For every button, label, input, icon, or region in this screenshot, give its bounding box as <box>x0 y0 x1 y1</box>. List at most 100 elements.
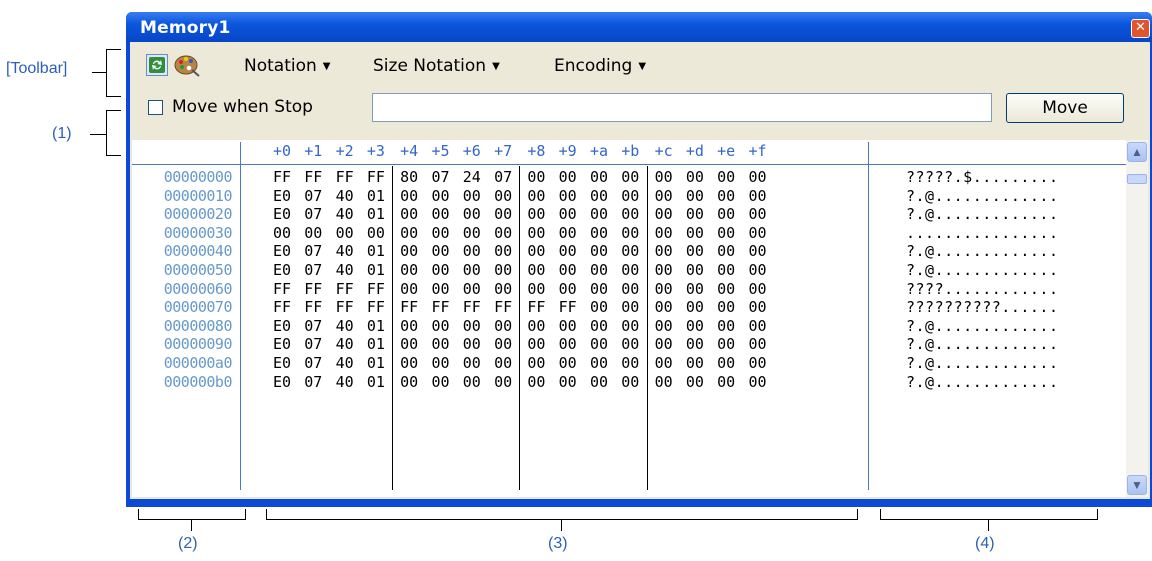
byte-cell[interactable]: 00 <box>489 205 517 223</box>
byte-cell[interactable]: 40 <box>331 317 359 335</box>
byte-cell[interactable]: 00 <box>427 224 455 242</box>
byte-cell[interactable]: 00 <box>681 224 709 242</box>
byte-cell[interactable]: 00 <box>427 317 455 335</box>
byte-cell[interactable]: FF <box>299 298 327 316</box>
byte-cell[interactable]: 00 <box>458 205 486 223</box>
byte-cell[interactable]: 00 <box>458 242 486 260</box>
memory-row[interactable]: 00000010 E0 07 40 01 00 00 00 00 00 00 00 00 00 00 00 00… <box>132 187 1126 205</box>
byte-cell[interactable]: E0 <box>268 335 296 353</box>
byte-cell[interactable]: FF <box>268 280 296 298</box>
memory-row[interactable]: 00000060 FF FF FF FF 00 00 00 00 00 00 00 00 00 00 00 00… <box>132 280 1126 298</box>
byte-cell[interactable]: 00 <box>554 242 582 260</box>
byte-cell[interactable]: 00 <box>712 335 740 353</box>
byte-cell[interactable]: 00 <box>616 298 644 316</box>
byte-cell[interactable]: 07 <box>299 242 327 260</box>
byte-cell[interactable]: 24 <box>458 168 486 186</box>
byte-cell[interactable]: 00 <box>744 168 772 186</box>
palette-icon[interactable] <box>174 52 200 78</box>
byte-cell[interactable]: 00 <box>744 224 772 242</box>
byte-cell[interactable]: 00 <box>362 224 390 242</box>
ascii-text[interactable]: ?????.$......... <box>906 168 1059 186</box>
byte-cell[interactable]: 00 <box>712 261 740 279</box>
byte-cell[interactable]: 00 <box>585 317 613 335</box>
byte-cell[interactable]: 00 <box>616 205 644 223</box>
byte-cell[interactable]: 00 <box>585 261 613 279</box>
memory-row[interactable]: 000000a0 E0 07 40 01 00 00 00 00 00 00 00 00 00 00 00 00… <box>132 354 1126 372</box>
byte-cell[interactable]: 00 <box>650 317 678 335</box>
byte-cell[interactable]: 80 <box>395 168 423 186</box>
ascii-text[interactable]: ????............ <box>906 280 1059 298</box>
byte-cell[interactable]: 00 <box>650 242 678 260</box>
byte-cell[interactable]: 07 <box>299 373 327 391</box>
byte-cell[interactable]: 00 <box>554 168 582 186</box>
byte-cell[interactable]: 00 <box>554 205 582 223</box>
move-when-stop-label[interactable]: Move when Stop <box>172 97 313 117</box>
byte-cell[interactable]: 00 <box>616 354 644 372</box>
byte-cell[interactable]: FF <box>331 280 359 298</box>
byte-cell[interactable]: 00 <box>616 317 644 335</box>
byte-cell[interactable]: 00 <box>681 261 709 279</box>
byte-cell[interactable]: FF <box>554 298 582 316</box>
byte-cell[interactable]: 01 <box>362 205 390 223</box>
byte-cell[interactable]: 00 <box>681 298 709 316</box>
byte-cell[interactable]: FF <box>395 298 423 316</box>
byte-cell[interactable]: 00 <box>554 354 582 372</box>
byte-cell[interactable]: 00 <box>427 205 455 223</box>
memory-row[interactable]: 00000070 FF FF FF FF FF FF FF FF FF FF 00 00 00 00 00 00… <box>132 298 1126 316</box>
byte-cell[interactable]: E0 <box>268 373 296 391</box>
byte-cell[interactable]: 00 <box>681 242 709 260</box>
byte-cell[interactable]: 00 <box>712 354 740 372</box>
ascii-text[interactable]: ?.@............. <box>906 205 1059 223</box>
memory-row[interactable]: 00000000 FF FF FF FF 80 07 24 07 00 00 00 00 00 00 00 00… <box>132 168 1126 186</box>
byte-cell[interactable]: 00 <box>616 168 644 186</box>
byte-cell[interactable]: 00 <box>616 187 644 205</box>
byte-cell[interactable]: FF <box>331 298 359 316</box>
byte-cell[interactable]: 00 <box>681 168 709 186</box>
byte-cell[interactable]: 00 <box>458 335 486 353</box>
byte-cell[interactable]: 00 <box>650 373 678 391</box>
byte-cell[interactable]: 00 <box>427 335 455 353</box>
byte-cell[interactable]: 00 <box>712 187 740 205</box>
byte-cell[interactable]: 40 <box>331 187 359 205</box>
byte-cell[interactable]: FF <box>299 168 327 186</box>
byte-cell[interactable]: 00 <box>585 280 613 298</box>
byte-cell[interactable]: 00 <box>681 373 709 391</box>
ascii-text[interactable]: ?.@............. <box>906 187 1059 205</box>
byte-cell[interactable]: 00 <box>554 280 582 298</box>
byte-cell[interactable]: 00 <box>458 261 486 279</box>
byte-cell[interactable]: 00 <box>616 224 644 242</box>
memory-row[interactable]: 00000040 E0 07 40 01 00 00 00 00 00 00 00 00 00 00 00 00… <box>132 242 1126 260</box>
byte-cell[interactable]: 00 <box>395 242 423 260</box>
move-button[interactable]: Move <box>1006 93 1124 123</box>
byte-cell[interactable]: 07 <box>489 168 517 186</box>
byte-cell[interactable]: E0 <box>268 242 296 260</box>
byte-cell[interactable]: FF <box>458 298 486 316</box>
byte-cell[interactable]: 00 <box>712 168 740 186</box>
byte-cell[interactable]: 00 <box>522 373 550 391</box>
byte-cell[interactable]: 00 <box>489 187 517 205</box>
byte-cell[interactable]: FF <box>427 298 455 316</box>
byte-cell[interactable]: 00 <box>395 280 423 298</box>
byte-cell[interactable]: 00 <box>427 280 455 298</box>
byte-cell[interactable]: 00 <box>681 317 709 335</box>
byte-cell[interactable]: 00 <box>712 317 740 335</box>
menu-encoding[interactable]: Encoding ▼ <box>554 56 646 76</box>
byte-cell[interactable]: 00 <box>522 168 550 186</box>
byte-cell[interactable]: 40 <box>331 205 359 223</box>
byte-cell[interactable]: 00 <box>585 373 613 391</box>
byte-cell[interactable]: E0 <box>268 261 296 279</box>
byte-cell[interactable]: 00 <box>489 261 517 279</box>
byte-cell[interactable]: FF <box>522 298 550 316</box>
byte-cell[interactable]: 00 <box>427 373 455 391</box>
byte-cell[interactable]: 00 <box>681 354 709 372</box>
byte-cell[interactable]: 00 <box>585 168 613 186</box>
byte-cell[interactable]: 00 <box>458 373 486 391</box>
byte-cell[interactable]: FF <box>299 280 327 298</box>
byte-cell[interactable]: 00 <box>585 354 613 372</box>
scrollbar-thumb[interactable] <box>1127 174 1147 184</box>
byte-cell[interactable]: 00 <box>712 298 740 316</box>
byte-cell[interactable]: 00 <box>650 224 678 242</box>
byte-cell[interactable]: 00 <box>489 335 517 353</box>
byte-cell[interactable]: 00 <box>616 280 644 298</box>
byte-cell[interactable]: 00 <box>681 205 709 223</box>
